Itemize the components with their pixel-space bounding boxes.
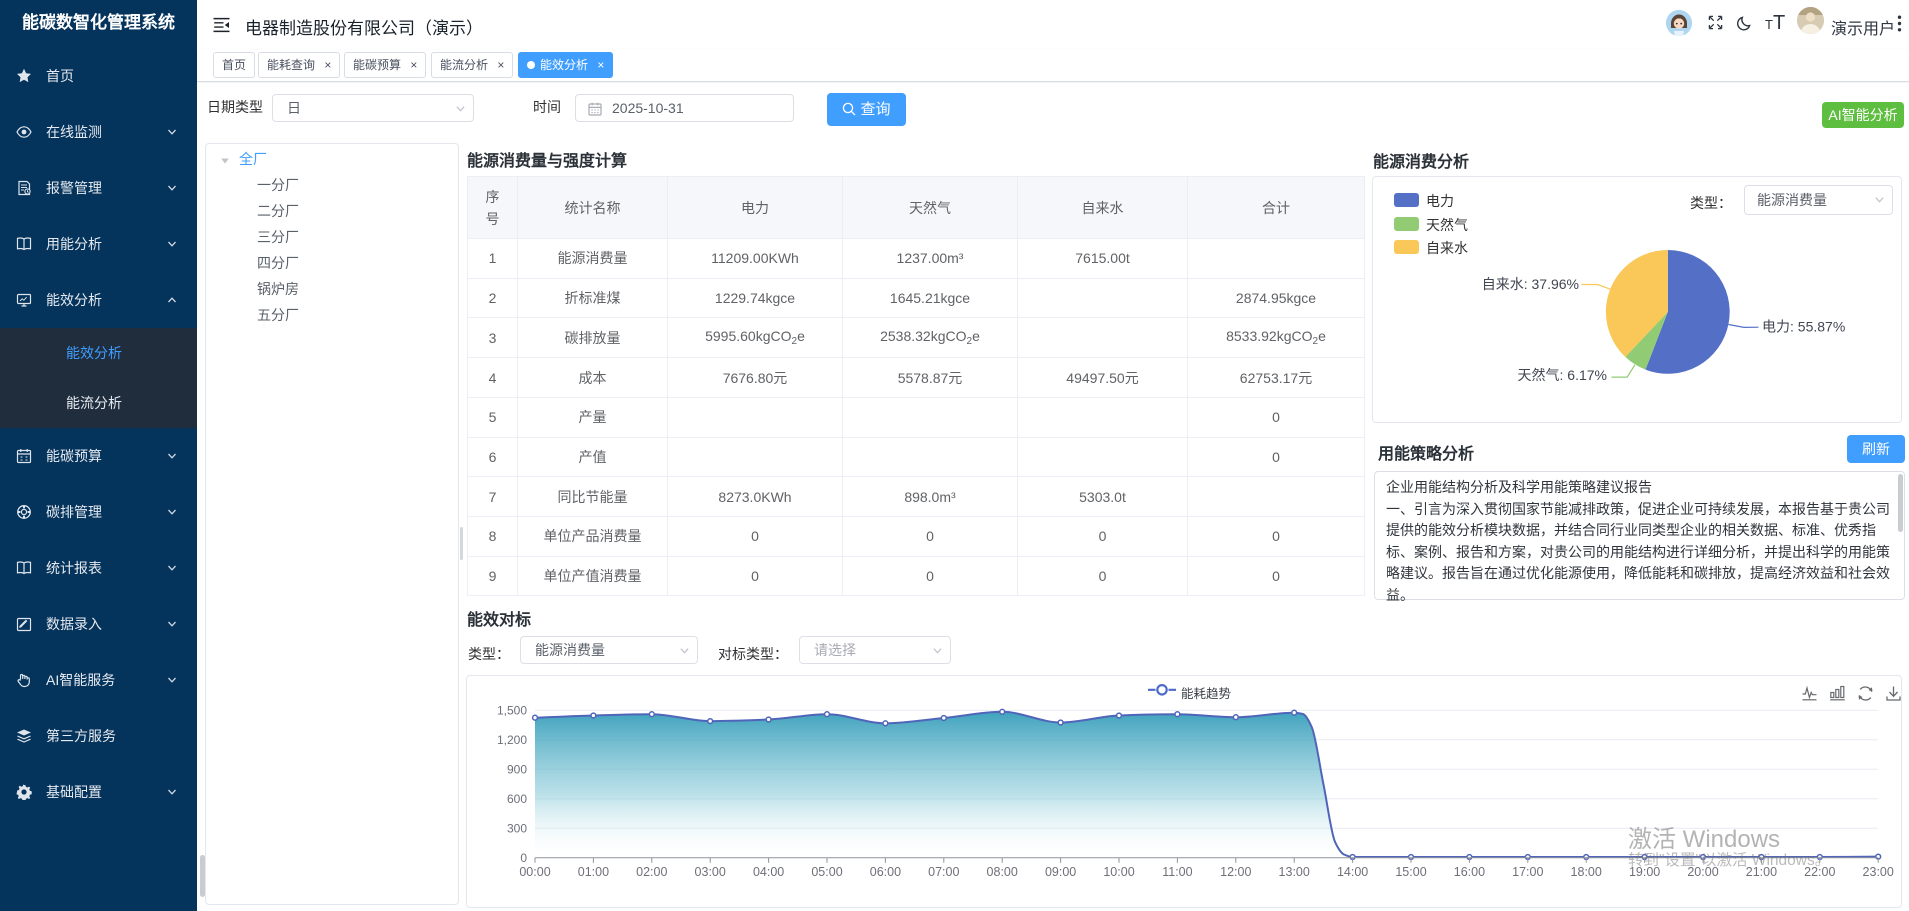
svg-text:电力: 55.87%: 电力: 55.87%	[1762, 319, 1845, 335]
svg-text:04:00: 04:00	[753, 865, 784, 879]
svg-text:14:00: 14:00	[1337, 865, 1368, 879]
svg-text:10:00: 10:00	[1103, 865, 1134, 879]
svg-text:09:00: 09:00	[1045, 865, 1076, 879]
svg-text:300: 300	[507, 822, 527, 836]
svg-text:1,200: 1,200	[497, 733, 527, 747]
svg-text:900: 900	[507, 763, 527, 777]
svg-text:08:00: 08:00	[987, 865, 1018, 879]
svg-text:15:00: 15:00	[1395, 865, 1426, 879]
svg-text:12:00: 12:00	[1220, 865, 1251, 879]
svg-text:06:00: 06:00	[870, 865, 901, 879]
svg-text:1,500: 1,500	[497, 703, 527, 717]
svg-text:11:00: 11:00	[1162, 865, 1192, 879]
svg-text:05:00: 05:00	[811, 865, 842, 879]
svg-text:自来水: 37.96%: 自来水: 37.96%	[1482, 276, 1579, 292]
svg-text:23:00: 23:00	[1863, 865, 1894, 879]
svg-text:13:00: 13:00	[1279, 865, 1310, 879]
svg-text:01:00: 01:00	[578, 865, 609, 879]
svg-text:00:00: 00:00	[519, 865, 550, 879]
svg-text:天然气: 6.17%: 天然气: 6.17%	[1518, 367, 1607, 383]
svg-text:03:00: 03:00	[695, 865, 726, 879]
svg-text:16:00: 16:00	[1454, 865, 1485, 879]
svg-text:17:00: 17:00	[1512, 865, 1543, 879]
svg-text:18:00: 18:00	[1571, 865, 1602, 879]
svg-text:600: 600	[507, 792, 527, 806]
svg-text:02:00: 02:00	[636, 865, 667, 879]
svg-text:0: 0	[520, 851, 527, 865]
svg-text:07:00: 07:00	[928, 865, 959, 879]
